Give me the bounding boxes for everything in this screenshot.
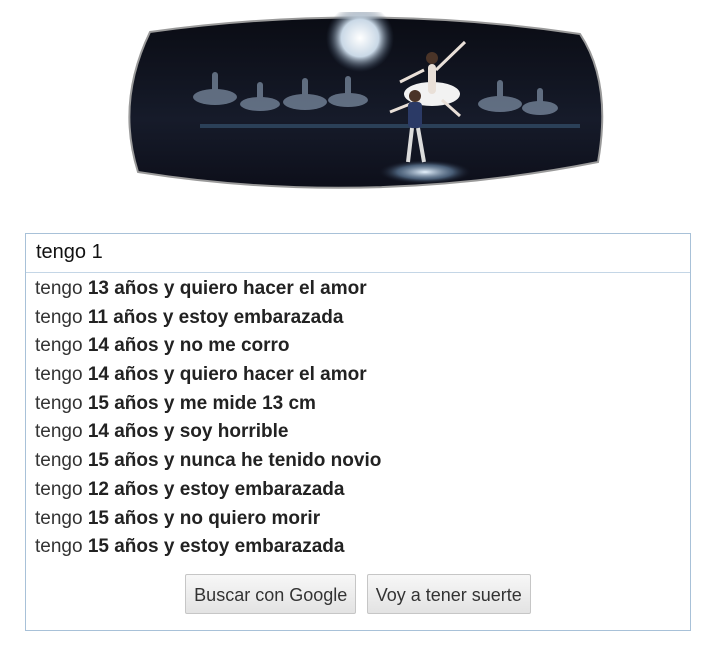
autocomplete-suggestions: tengo 13 años y quiero hacer el amor ten… — [26, 273, 690, 562]
suggestion-completion: 14 años y quiero hacer el amor — [87, 364, 367, 386]
suggestion-completion: 15 años y estoy embarazada — [87, 536, 345, 558]
suggestion-item[interactable]: tengo 15 años y me mide 13 cm — [26, 390, 690, 419]
search-buttons: Buscar con Google Voy a tener suerte — [26, 574, 690, 614]
search-input[interactable]: tengo 1 — [26, 234, 690, 273]
suggestion-completion: 11 años y estoy embarazada — [87, 306, 344, 328]
feeling-lucky-button[interactable]: Voy a tener suerte — [366, 574, 531, 614]
suggestion-completion: 15 años y no quiero morir — [87, 507, 321, 529]
suggestion-item[interactable]: tengo 14 años y quiero hacer el amor — [26, 361, 690, 390]
suggestion-item[interactable]: tengo 15 años y nunca he tenido novio — [26, 447, 690, 476]
suggestion-item[interactable]: tengo 12 años y estoy embarazada — [26, 476, 690, 505]
suggestion-typed: tengo — [35, 507, 88, 529]
suggestion-item[interactable]: tengo 14 años y no me corro — [26, 332, 690, 361]
suggestion-typed: tengo — [35, 421, 88, 443]
suggestion-completion: 14 años y no me corro — [87, 335, 290, 357]
suggestion-typed: tengo — [35, 278, 88, 299]
suggestion-item[interactable]: tengo 15 años y estoy embarazada — [26, 533, 690, 562]
search-box: tengo 1 tengo 13 años y quiero hacer el … — [25, 233, 691, 631]
suggestion-item[interactable]: tengo 14 años y soy horrible — [26, 418, 690, 447]
suggestion-completion: 14 años y soy horrible — [87, 421, 289, 443]
suggestion-item[interactable]: tengo 11 años y estoy embarazada — [26, 304, 690, 333]
suggestion-typed: tengo — [35, 364, 88, 386]
search-query-text: tengo 1 — [36, 241, 103, 263]
google-doodle-logo[interactable] — [120, 12, 610, 196]
suggestion-completion: 15 años y nunca he tenido novio — [87, 450, 382, 472]
suggestion-typed: tengo — [35, 335, 88, 357]
suggestion-typed: tengo — [35, 536, 88, 558]
google-search-button[interactable]: Buscar con Google — [185, 574, 357, 614]
suggestion-completion: 13 años y quiero hacer el amor — [87, 278, 367, 299]
suggestion-typed: tengo — [35, 392, 88, 414]
suggestion-completion: 12 años y estoy embarazada — [87, 478, 345, 500]
suggestion-item[interactable]: tengo 15 años y no quiero morir — [26, 505, 690, 534]
suggestion-completion: 15 años y me mide 13 cm — [87, 392, 316, 414]
ballet-doodle-icon — [128, 12, 604, 189]
suggestion-typed: tengo — [35, 306, 88, 328]
suggestion-item[interactable]: tengo 13 años y quiero hacer el amor — [26, 275, 690, 304]
suggestion-typed: tengo — [35, 450, 88, 472]
suggestion-typed: tengo — [35, 478, 88, 500]
